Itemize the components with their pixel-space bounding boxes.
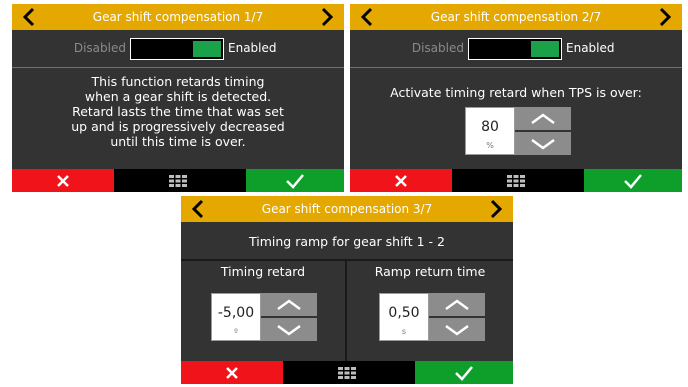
x-icon xyxy=(57,174,69,187)
x-icon xyxy=(395,174,407,187)
enable-toggle-row: Disabled Enabled xyxy=(350,38,682,62)
increase-button[interactable] xyxy=(429,293,485,316)
title-bar: Gear shift compensation 2/7 xyxy=(350,4,682,30)
screen-gear-shift-2: Gear shift compensation 2/7 Disabled Ena… xyxy=(350,4,682,192)
confirm-button[interactable] xyxy=(415,361,513,384)
tps-unit: % xyxy=(486,141,494,150)
check-icon xyxy=(286,173,304,189)
disabled-label: Disabled xyxy=(411,41,464,55)
menu-button[interactable] xyxy=(327,361,367,384)
enable-switch[interactable] xyxy=(468,38,562,60)
timing-retard-value: -5,00 xyxy=(217,305,255,321)
chevron-right-icon xyxy=(659,7,671,27)
description-line: until this time is over. xyxy=(110,134,246,149)
chevron-right-icon xyxy=(321,7,333,27)
description-line: up and is progressively decreased xyxy=(71,119,285,134)
bottom-bar xyxy=(12,169,344,192)
grid-icon xyxy=(169,174,187,187)
chevron-down-icon xyxy=(531,138,555,150)
cancel-button[interactable] xyxy=(181,361,283,384)
check-icon xyxy=(624,173,642,189)
divider xyxy=(12,67,344,68)
bottom-bar xyxy=(181,361,513,384)
check-icon xyxy=(455,365,473,381)
enable-toggle-row: Disabled Enabled xyxy=(12,38,344,62)
tps-threshold-field: 80 % xyxy=(465,107,571,155)
timing-retard-label: Timing retard xyxy=(220,264,306,279)
ramp-return-time-label: Ramp return time xyxy=(374,264,486,279)
confirm-button[interactable] xyxy=(246,169,344,192)
screen-title: Gear shift compensation 3/7 xyxy=(261,202,433,216)
enable-switch[interactable] xyxy=(130,38,224,60)
tps-value: 80 xyxy=(481,119,499,135)
decrease-button[interactable] xyxy=(261,318,317,341)
value-box[interactable]: -5,00 º xyxy=(211,293,261,341)
screen-title: Gear shift compensation 2/7 xyxy=(430,10,602,24)
decrease-button[interactable] xyxy=(429,318,485,341)
chevron-down-icon xyxy=(277,324,301,336)
ramp-return-time-unit: s xyxy=(401,327,407,336)
bottom-bar xyxy=(350,169,682,192)
cancel-button[interactable] xyxy=(350,169,452,192)
chevron-up-icon xyxy=(445,298,469,310)
switch-knob xyxy=(193,41,221,57)
description-line: Retard lasts the time that was set xyxy=(72,104,284,119)
x-icon xyxy=(226,366,238,379)
grid-icon xyxy=(507,174,525,187)
menu-button[interactable] xyxy=(158,169,198,192)
value-box[interactable]: 0,50 s xyxy=(379,293,429,341)
description: This function retards timing when a gear… xyxy=(52,74,304,149)
screen-title: Gear shift compensation 1/7 xyxy=(92,10,264,24)
ramp-return-time-field: 0,50 s xyxy=(379,293,485,341)
divider xyxy=(181,259,513,261)
confirm-button[interactable] xyxy=(584,169,682,192)
chevron-right-icon xyxy=(490,199,502,219)
chevron-down-icon xyxy=(445,324,469,336)
enabled-label: Enabled xyxy=(228,41,277,55)
decrease-button[interactable] xyxy=(515,132,571,155)
disabled-label: Disabled xyxy=(73,41,126,55)
description-line: when a gear shift is detected. xyxy=(84,89,272,104)
value-box[interactable]: 80 % xyxy=(465,107,515,155)
switch-knob xyxy=(531,41,559,57)
ramp-return-time-value: 0,50 xyxy=(388,305,420,321)
increase-button[interactable] xyxy=(261,293,317,316)
increase-button[interactable] xyxy=(515,107,571,130)
screen-gear-shift-1: Gear shift compensation 1/7 Disabled Ena… xyxy=(12,4,344,192)
timing-retard-unit: º xyxy=(234,327,238,336)
tps-prompt: Activate timing retard when TPS is over: xyxy=(390,85,642,100)
next-button[interactable] xyxy=(316,4,338,30)
divider xyxy=(350,67,682,68)
next-button[interactable] xyxy=(654,4,676,30)
timing-retard-field: -5,00 º xyxy=(211,293,317,341)
menu-button[interactable] xyxy=(496,169,536,192)
title-bar: Gear shift compensation 3/7 xyxy=(181,196,513,222)
description-line: This function retards timing xyxy=(91,74,265,89)
cancel-button[interactable] xyxy=(12,169,114,192)
screen-subtitle: Timing ramp for gear shift 1 - 2 xyxy=(249,234,445,249)
grid-icon xyxy=(338,366,356,379)
title-bar: Gear shift compensation 1/7 xyxy=(12,4,344,30)
screen-gear-shift-3: Gear shift compensation 3/7 Timing ramp … xyxy=(181,196,513,384)
enabled-label: Enabled xyxy=(566,41,615,55)
next-button[interactable] xyxy=(485,196,507,222)
chevron-up-icon xyxy=(277,298,301,310)
chevron-up-icon xyxy=(531,112,555,124)
